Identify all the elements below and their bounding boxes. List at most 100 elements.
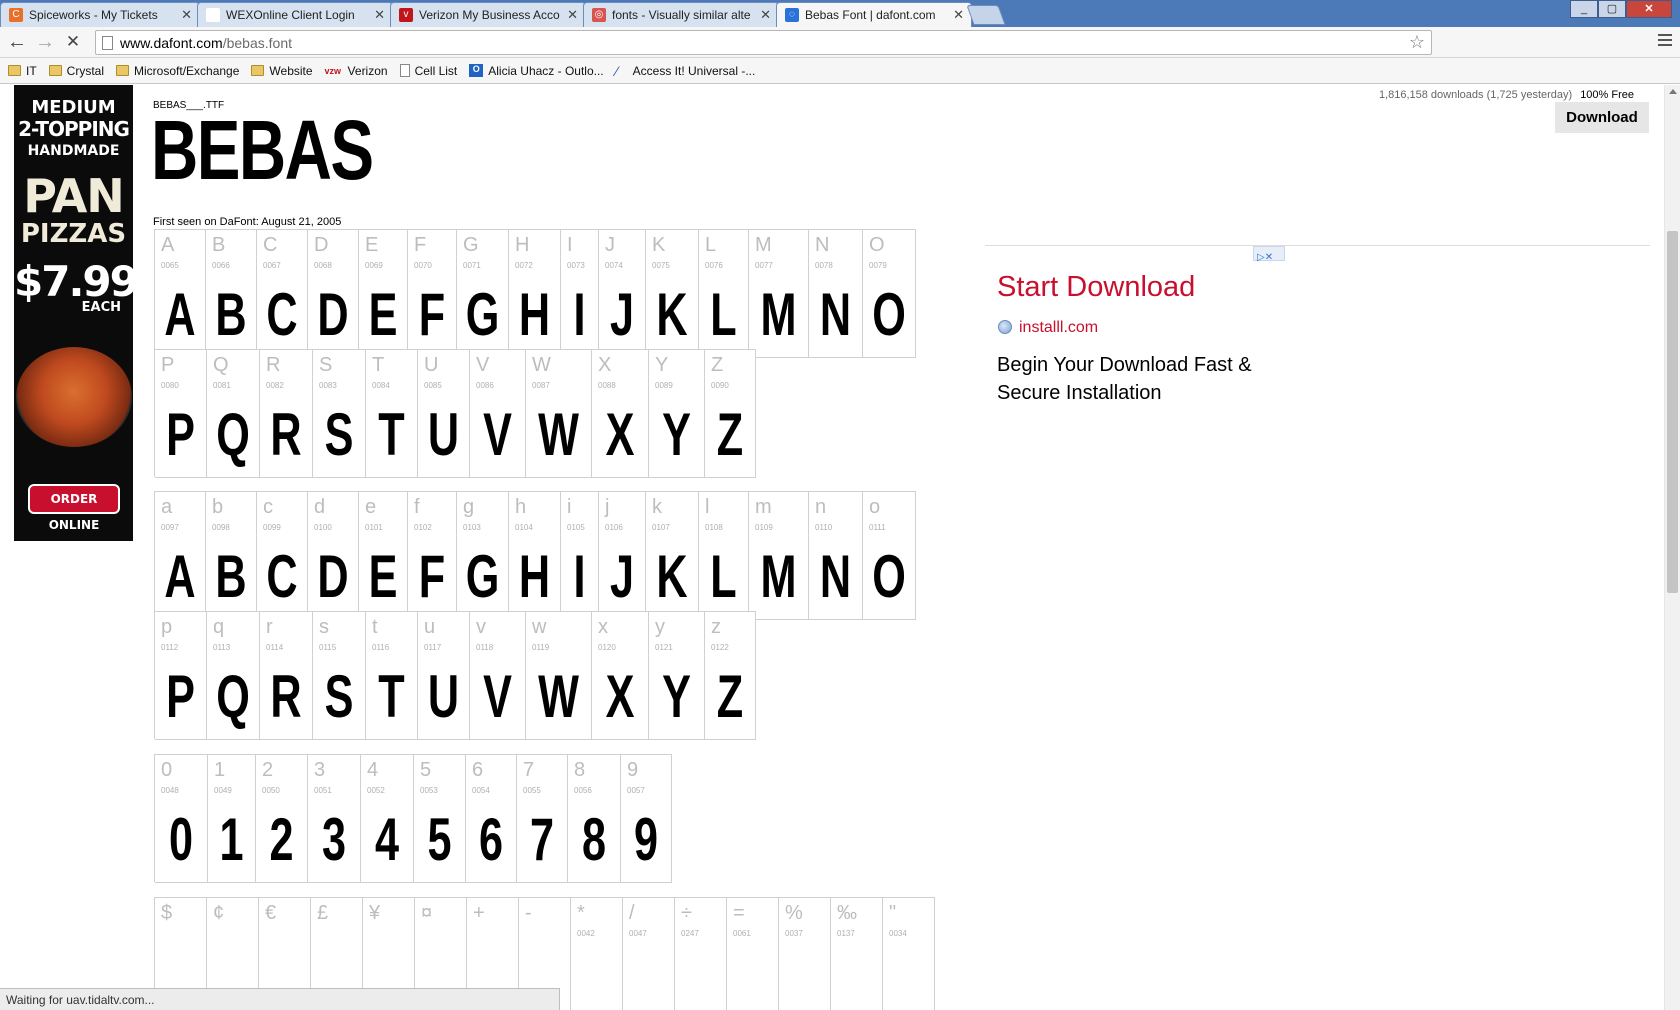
access-icon: ⁄ [615,62,618,79]
glyph-character: 4 [367,759,379,781]
glyph-cell: x 0120 X [592,612,649,740]
address-bar[interactable]: www.dafont.com/bebas.font ☆ [95,30,1432,55]
glyph-cell: m 0109 M [749,492,809,620]
glyph-cell: s 0115 S [313,612,366,740]
glyph-code: 0078 [815,261,833,270]
glyph-character: Z [711,354,724,376]
glyph-cell: 1 0049 1 [208,755,256,883]
page-icon [102,36,113,50]
scrollbar-thumb[interactable] [1667,231,1678,593]
glyph-cell: 2 0050 2 [256,755,308,883]
vertical-scrollbar[interactable] [1664,85,1680,1010]
glyph-code: 0121 [655,643,673,652]
tab-close-icon[interactable]: ✕ [953,7,964,23]
glyph-cell: h 0104 H [509,492,561,620]
bookmark-item[interactable]: vzw Verizon [325,64,388,78]
glyph-preview: M [760,281,797,348]
glyph-code: 0065 [161,261,179,270]
order-online-button[interactable]: ORDER ONLINE [28,484,120,532]
browser-tab[interactable]: WEXOnline Client Login ✕ [197,2,393,27]
forward-arrow-icon[interactable]: → [34,31,56,53]
glyph-preview: U [427,401,460,468]
stop-icon[interactable]: ✕ [62,31,84,53]
glyph-cell: O 0079 O [863,230,916,358]
minimize-button[interactable]: _ [1570,0,1598,18]
glyph-preview: C [266,281,298,348]
glyph-cell: Z 0090 Z [705,350,756,478]
glyph-code: 0069 [365,261,383,270]
glyph-preview: H [518,543,551,610]
bookmark-item[interactable]: Crystal [48,64,104,78]
menu-icon[interactable] [1658,34,1672,49]
glyph-cell: R 0082 R [260,350,313,478]
glyph-code: 0106 [605,523,623,532]
bookmark-item[interactable]: O Alicia Uhacz - Outlo... [469,63,604,78]
glyph-cell: " 0034 [883,898,935,1010]
glyph-code: 0054 [472,786,490,795]
glyph-cell: z 0122 Z [705,612,756,740]
glyph-preview: W [538,401,579,468]
browser-tab[interactable]: ◎ fonts - Visually similar alte ✕ [583,2,779,27]
glyph-code: 0034 [889,929,907,938]
tab-close-icon[interactable]: ✕ [567,7,578,23]
adchoices-icon[interactable]: ▷✕ [1253,246,1285,263]
scroll-up-icon[interactable] [1669,89,1677,94]
glyph-character: S [319,354,333,376]
glyph-cell: t 0116 T [366,612,418,740]
bookmark-label: Alicia Uhacz - Outlo... [488,63,604,78]
glyph-cell: l 0108 L [699,492,749,620]
tab-close-icon[interactable]: ✕ [181,7,192,23]
glyph-character: ¤ [421,902,433,924]
tab-close-icon[interactable]: ✕ [760,7,771,23]
download-ad[interactable]: ▷✕ Start Download installl.com Begin You… [985,245,1650,404]
bookmark-item[interactable]: Cell List [399,64,457,78]
glyph-preview: Q [216,401,250,468]
bookmark-item[interactable]: ⁄ Access It! Universal -... [616,63,756,79]
glyph-code: 0042 [577,929,595,938]
glyph-character: l [705,496,710,518]
page-icon [399,64,410,77]
new-tab-button[interactable] [966,5,1006,25]
glyph-character: K [652,234,666,256]
ad-description: Begin Your Download Fast & Secure Instal… [997,354,1252,404]
close-window-button[interactable]: ✕ [1626,0,1672,18]
glyph-character: X [598,354,612,376]
download-button[interactable]: Download [1555,102,1649,133]
back-arrow-icon[interactable]: ← [6,31,28,53]
glyph-code: 0108 [705,523,723,532]
ad-headline[interactable]: Start Download [997,271,1195,304]
glyph-character: y [655,616,665,638]
glyph-preview: 6 [478,806,504,873]
glyph-code: 0071 [463,261,481,270]
download-stats: 1,816,158 downloads (1,725 yesterday) 100… [1379,89,1634,101]
browser-tab[interactable]: ◌ Bebas Font | dafont.com ✕ [776,2,972,27]
glyph-code: 0116 [372,643,390,652]
glyph-code: 0137 [837,929,855,938]
glyph-cell: j 0106 J [599,492,646,620]
glyph-character: J [605,234,615,256]
pizza-ad-banner[interactable]: MEDIUM 2-TOPPING HANDMADE PAN PIZZAS $7.… [14,85,139,541]
glyph-character: F [414,234,427,256]
bookmark-star-icon[interactable]: ☆ [1409,32,1425,53]
bookmark-label: IT [26,63,37,78]
ad-site-link[interactable]: installl.com [1019,319,1098,337]
glyph-preview: P [166,663,195,730]
bookmarks-bar: IT Crystal Microsoft/Exchange Website vzw Ver… [0,58,1680,84]
glyph-preview: F [418,543,446,610]
glyph-preview: Q [216,663,250,730]
url-text[interactable]: www.dafont.com/bebas.font [120,35,292,51]
glyph-character: L [705,234,717,256]
glyph-preview: K [656,281,688,348]
glyph-character: % [785,902,803,924]
glyph-code: 0104 [515,523,533,532]
bookmark-item[interactable]: Website [251,64,313,78]
glyph-preview: H [518,281,551,348]
browser-toolbar: ← → ✕ www.dafont.com/bebas.font ☆ [0,27,1680,58]
maximize-button[interactable]: ▢ [1598,0,1626,18]
bookmark-item[interactable]: IT [8,64,37,78]
tab-title: Spiceworks - My Tickets [29,8,158,22]
browser-tab[interactable]: C Spiceworks - My Tickets ✕ [0,2,200,27]
tab-close-icon[interactable]: ✕ [374,7,385,23]
browser-tab[interactable]: v Verizon My Business Acco ✕ [390,2,586,27]
bookmark-item[interactable]: Microsoft/Exchange [116,64,239,78]
